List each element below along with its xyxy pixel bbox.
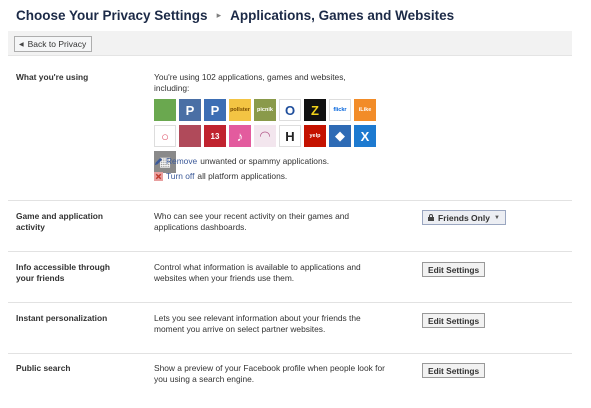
polldaddy-app-icon[interactable]: pollster	[229, 99, 251, 121]
lock-icon	[428, 214, 434, 221]
app-icon-glyph: Z	[311, 102, 319, 118]
activity-privacy-value: Friends Only	[438, 212, 490, 223]
birthday-app-icon[interactable]: 13	[204, 125, 226, 147]
obama-app-icon[interactable]: O	[279, 99, 301, 121]
flickr-app-icon[interactable]: flickr	[329, 99, 351, 121]
public-search-edit-settings-button[interactable]: Edit Settings	[422, 363, 486, 378]
yelp-app-icon[interactable]: yelp	[304, 125, 326, 147]
app-icon-glyph: 13	[210, 131, 220, 141]
page-title: Applications, Games and Websites	[230, 7, 455, 23]
divider	[8, 200, 572, 201]
turn-off-platform-link[interactable]: Turn off	[166, 171, 194, 181]
app-icon-glyph: ◠	[260, 128, 270, 143]
toolbar: ◀ Back to Privacy	[8, 31, 572, 56]
section-desc-using: You're using 102 applications, games and…	[154, 72, 346, 93]
section-desc-info-friends: Control what information is available to…	[154, 262, 361, 283]
section-desc-instant: Lets you see relevant information about …	[154, 313, 361, 334]
section-label-instant: Instant personalization	[16, 313, 108, 323]
p-app-icon[interactable]: P	[204, 99, 226, 121]
breadcrumb-separator-icon: ▸	[216, 9, 222, 20]
back-button-label: Back to Privacy	[27, 39, 87, 49]
z-app-icon[interactable]: Z	[304, 99, 326, 121]
divider	[8, 353, 572, 354]
section-desc-public-search: Show a preview of your Facebook profile …	[154, 363, 385, 384]
ring-app-icon[interactable]: ○	[154, 125, 176, 147]
section-label-info-friends: Info accessible through your friends	[16, 262, 111, 283]
photo-app-icon[interactable]	[179, 125, 201, 147]
p-app-icon[interactable]: P	[179, 99, 201, 121]
turn-off-platform-row: Turn off all platform applications.	[154, 171, 287, 181]
app-icon-glyph: yelp	[309, 133, 321, 139]
section-label-activity: Game and application activity	[16, 211, 104, 232]
app-icon-glyph: ○	[161, 128, 169, 144]
section-label-public-search: Public search	[16, 363, 71, 373]
divider	[8, 251, 572, 252]
breadcrumb: Choose Your Privacy Settings ▸ Applicati…	[16, 5, 454, 25]
pencil-icon	[154, 157, 163, 165]
app-icon-glyph: O	[284, 102, 296, 118]
chevron-down-icon: ▼	[493, 214, 500, 221]
app-icon-glyph: flickr	[333, 107, 347, 113]
turn-off-platform-text: all platform applications.	[197, 171, 288, 181]
instant-edit-settings-button[interactable]: Edit Settings	[422, 313, 486, 328]
ilike-app-icon[interactable]: iLike	[354, 99, 376, 121]
x-icon	[154, 171, 163, 181]
app-icon-glyph: picnik	[257, 107, 273, 113]
h-app-icon[interactable]: H	[279, 125, 301, 147]
breadcrumb-parent-link[interactable]: Choose Your Privacy Settings	[16, 8, 208, 23]
app-icon-glyph: ◆	[335, 128, 345, 143]
app-icon-glyph: iLike	[358, 107, 372, 113]
activity-privacy-selector[interactable]: Friends Only ▼	[422, 210, 506, 225]
trivia-app-icon[interactable]: ◆	[329, 125, 351, 147]
picnik-app-icon[interactable]: picnik	[254, 99, 276, 121]
globe-app-icon[interactable]	[154, 99, 176, 121]
remove-apps-link[interactable]: Remove	[166, 156, 197, 166]
divider	[8, 302, 572, 303]
section-desc-activity: Who can see your recent activity on thei…	[154, 211, 350, 232]
app-icon-glyph: ♪	[236, 128, 244, 144]
section-label-using: What you're using	[16, 72, 89, 82]
info-friends-edit-settings-button[interactable]: Edit Settings	[422, 262, 486, 277]
music-app-icon[interactable]: ♪	[229, 125, 251, 147]
app-icon-glyph: pollster	[230, 107, 250, 113]
scrabble-app-icon[interactable]: X	[354, 125, 376, 147]
app-icon-glyph: P	[210, 102, 220, 118]
cake-app-icon[interactable]: ◠	[254, 125, 276, 147]
app-icon-glyph: H	[285, 128, 295, 144]
chevron-left-icon: ◀	[19, 41, 24, 48]
app-icon-glyph: P	[185, 102, 195, 118]
back-to-privacy-button[interactable]: ◀ Back to Privacy	[14, 36, 93, 52]
remove-apps-text: unwanted or spammy applications.	[200, 156, 330, 166]
remove-apps-row: Remove unwanted or spammy applications.	[154, 156, 329, 166]
app-icon-glyph: X	[360, 128, 370, 144]
